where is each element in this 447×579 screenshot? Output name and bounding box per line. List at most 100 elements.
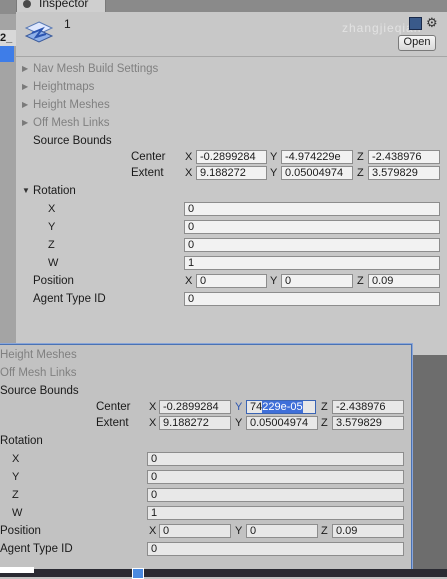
rotation-x-label: X bbox=[48, 203, 56, 215]
float-center-z-field[interactable]: -2.438976 bbox=[332, 400, 404, 414]
agent-type-id-label: Agent Type ID bbox=[33, 293, 106, 305]
float-rotation-z-label: Z bbox=[12, 489, 19, 501]
center-z-field[interactable]: -2.438976 bbox=[368, 150, 440, 164]
inspector-tab-icon bbox=[23, 0, 31, 8]
foldout-label: Rotation bbox=[33, 185, 76, 197]
center-z-label: Z bbox=[357, 151, 364, 163]
float-extent-z-label: Z bbox=[321, 417, 328, 429]
rotation-w-field[interactable]: 1 bbox=[184, 256, 440, 270]
rotation-z-field[interactable]: 0 bbox=[184, 238, 440, 252]
floating-inspector-window[interactable]: Height Meshes Off Mesh Links Source Boun… bbox=[0, 344, 412, 574]
tab-inspector-label: Inspector bbox=[39, 0, 89, 10]
foldout-off-mesh-links[interactable]: ▶ Off Mesh Links bbox=[22, 117, 110, 129]
float-position-z-field[interactable]: 0.09 bbox=[332, 524, 404, 538]
foldout-label: Off Mesh Links bbox=[33, 117, 110, 129]
float-center-z-label: Z bbox=[321, 401, 328, 413]
float-position-y-field[interactable]: 0 bbox=[246, 524, 318, 538]
asset-name: 1 bbox=[64, 17, 71, 31]
float-position-x-field[interactable]: 0 bbox=[159, 524, 231, 538]
center-y-selected-text: 229e-05 bbox=[262, 401, 303, 413]
tab-inspector[interactable]: Inspector bbox=[16, 0, 106, 12]
extent-z-label: Z bbox=[357, 167, 364, 179]
agent-type-id-field[interactable]: 0 bbox=[184, 292, 440, 306]
taskbar-highlight bbox=[0, 567, 34, 573]
float-extent-label: Extent bbox=[96, 417, 129, 429]
float-center-x-field[interactable]: -0.2899284 bbox=[159, 400, 231, 414]
float-position-z-label: Z bbox=[321, 525, 328, 537]
open-button[interactable]: Open bbox=[398, 35, 436, 51]
rotation-w-label: W bbox=[48, 257, 59, 269]
extent-label: Extent bbox=[131, 167, 164, 179]
position-x-field[interactable]: 0 bbox=[196, 274, 267, 288]
foldout-arrow-icon: ▶ bbox=[22, 118, 29, 127]
center-x-field[interactable]: -0.2899284 bbox=[196, 150, 267, 164]
position-y-field[interactable]: 0 bbox=[281, 274, 353, 288]
float-extent-y-field[interactable]: 0.05004974 bbox=[246, 416, 318, 430]
foldout-arrow-icon: ▶ bbox=[22, 64, 29, 73]
header-divider bbox=[16, 56, 447, 57]
gear-icon[interactable]: ⚙ bbox=[426, 15, 438, 31]
float-position-x-label: X bbox=[149, 525, 157, 537]
foldout-rotation[interactable]: ▼ Rotation bbox=[22, 185, 76, 197]
center-y-label: Y bbox=[270, 151, 278, 163]
float-extent-z-field[interactable]: 3.579829 bbox=[332, 416, 404, 430]
float-rotation-y-field[interactable]: 0 bbox=[147, 470, 404, 484]
foldout-height-meshes[interactable]: ▶ Height Meshes bbox=[22, 99, 110, 111]
extent-y-field[interactable]: 0.05004974 bbox=[281, 166, 353, 180]
center-y-field[interactable]: -4.974229e bbox=[281, 150, 353, 164]
foldout-label: Heightmaps bbox=[33, 81, 95, 93]
extent-x-label: X bbox=[185, 167, 193, 179]
float-extent-y-label: Y bbox=[235, 417, 243, 429]
float-center-label: Center bbox=[96, 401, 131, 413]
foldout-label: Nav Mesh Build Settings bbox=[33, 63, 159, 75]
help-book-icon[interactable] bbox=[409, 17, 422, 30]
float-off-mesh-links-label[interactable]: Off Mesh Links bbox=[0, 367, 77, 379]
float-height-meshes-label[interactable]: Height Meshes bbox=[0, 349, 77, 361]
extent-x-field[interactable]: 9.188272 bbox=[196, 166, 267, 180]
float-agent-type-id-field[interactable]: 0 bbox=[147, 542, 404, 556]
hierarchy-selection-highlight[interactable] bbox=[0, 46, 14, 62]
rotation-y-label: Y bbox=[48, 221, 56, 233]
float-position-label: Position bbox=[0, 525, 41, 537]
float-rotation-y-label: Y bbox=[12, 471, 20, 483]
taskbar bbox=[0, 569, 447, 577]
float-center-x-label: X bbox=[149, 401, 157, 413]
scene-view-edge bbox=[413, 355, 447, 577]
float-rotation-x-label: X bbox=[12, 453, 20, 465]
float-center-y-field-editing[interactable]: 74229e-05 bbox=[246, 400, 316, 414]
foldout-label: Height Meshes bbox=[33, 99, 110, 111]
navmesh-asset-icon bbox=[24, 21, 54, 43]
hierarchy-item-label[interactable]: 2_ bbox=[0, 30, 16, 46]
foldout-arrow-icon: ▶ bbox=[22, 100, 29, 109]
source-bounds-label: Source Bounds bbox=[33, 135, 112, 147]
taskbar-app-icon[interactable] bbox=[132, 568, 144, 579]
float-rotation-x-field[interactable]: 0 bbox=[147, 452, 404, 466]
center-y-text: 74 bbox=[250, 401, 263, 413]
float-rotation-label[interactable]: Rotation bbox=[0, 435, 43, 447]
position-label: Position bbox=[33, 275, 74, 287]
float-agent-type-id-label: Agent Type ID bbox=[0, 543, 73, 555]
float-position-y-label: Y bbox=[235, 525, 243, 537]
float-rotation-w-label: W bbox=[12, 507, 23, 519]
position-z-label: Z bbox=[357, 275, 364, 287]
extent-z-field[interactable]: 3.579829 bbox=[368, 166, 440, 180]
hierarchy-tab[interactable] bbox=[0, 0, 16, 14]
rotation-y-field[interactable]: 0 bbox=[184, 220, 440, 234]
float-extent-x-field[interactable]: 9.188272 bbox=[159, 416, 231, 430]
foldout-nav-mesh-build-settings[interactable]: ▶ Nav Mesh Build Settings bbox=[22, 63, 158, 75]
float-center-y-label: Y bbox=[235, 401, 243, 413]
position-y-label: Y bbox=[270, 275, 278, 287]
center-x-label: X bbox=[185, 151, 193, 163]
position-x-label: X bbox=[185, 275, 193, 287]
foldout-heightmaps[interactable]: ▶ Heightmaps bbox=[22, 81, 94, 93]
rotation-x-field[interactable]: 0 bbox=[184, 202, 440, 216]
rotation-z-label: Z bbox=[48, 239, 55, 251]
float-extent-x-label: X bbox=[149, 417, 157, 429]
extent-y-label: Y bbox=[270, 167, 278, 179]
foldout-arrow-open-icon: ▼ bbox=[22, 186, 30, 195]
foldout-arrow-icon: ▶ bbox=[22, 82, 29, 91]
float-rotation-w-field[interactable]: 1 bbox=[147, 506, 404, 520]
position-z-field[interactable]: 0.09 bbox=[368, 274, 440, 288]
float-source-bounds-label: Source Bounds bbox=[0, 385, 79, 397]
float-rotation-z-field[interactable]: 0 bbox=[147, 488, 404, 502]
